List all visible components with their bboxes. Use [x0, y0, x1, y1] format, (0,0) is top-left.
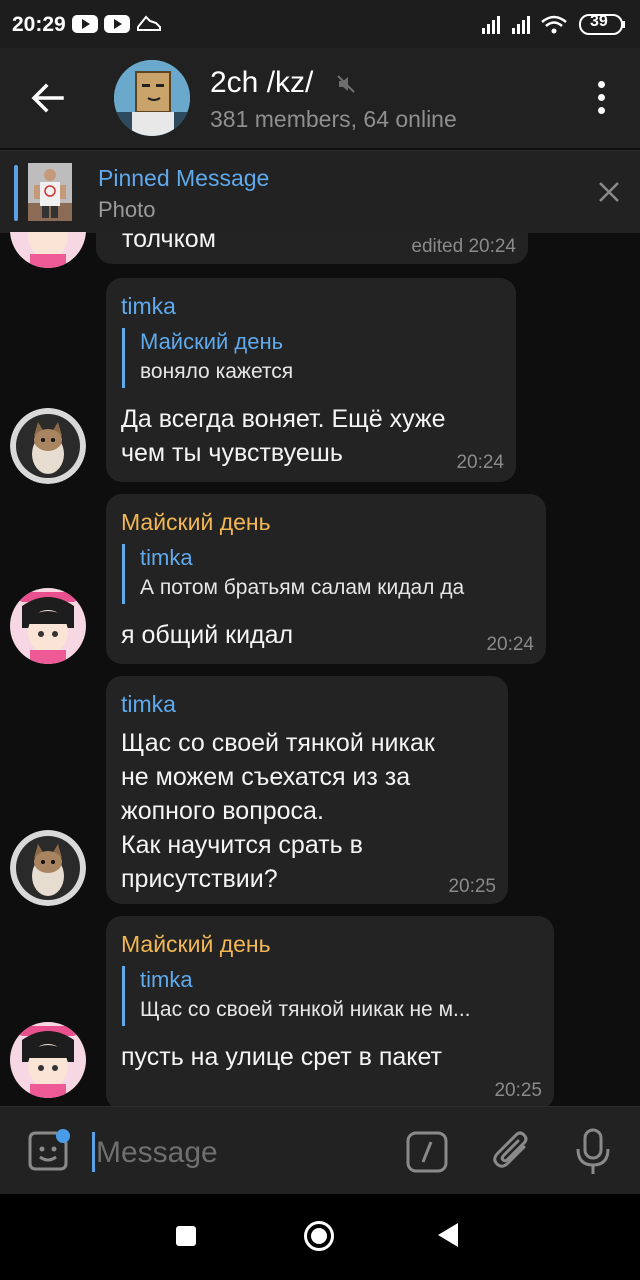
reply-text: воняло кажется [140, 360, 294, 383]
avatar-anime-girl[interactable] [10, 232, 86, 268]
sender-name[interactable]: timka [121, 691, 176, 718]
message-bubble[interactable]: timka Щас со своей тянкой никак не можем… [106, 676, 508, 904]
arrow-left-icon [31, 83, 64, 113]
message-list[interactable]: толчком edited 20:24 timka Майский день … [0, 232, 640, 1106]
message-text: пусть на улице срет в пакет [121, 1043, 443, 1071]
reply-sender: timka [140, 967, 193, 992]
microphone-icon [576, 1128, 610, 1174]
sender-name[interactable]: Майский день [121, 509, 271, 536]
attach-button[interactable] [490, 1127, 534, 1180]
dot-icon [597, 107, 605, 114]
chat-subtitle: 381 members, 64 online [210, 106, 457, 132]
message-time: edited 20:24 [411, 236, 516, 257]
message-bubble[interactable]: толчком edited 20:24 [96, 232, 528, 264]
back-button[interactable] [26, 76, 70, 120]
message-text: Щас со своей тянкой никак не можем съеха… [121, 729, 435, 893]
close-icon [599, 182, 619, 202]
reply-quote[interactable]: timka А потом братьям салам кидал да [122, 544, 550, 604]
reply-quote[interactable]: Майский день воняло кажется [122, 328, 510, 388]
pinned-photo-thumbnail [28, 163, 72, 221]
close-pinned-button[interactable] [598, 181, 620, 203]
message-time: 20:24 [456, 452, 504, 473]
pinned-message-bar[interactable]: Pinned Message Photo [0, 150, 640, 233]
message-composer [0, 1106, 640, 1195]
reply-text: Щас со своей тянкой никак не м... [140, 998, 471, 1021]
avatar-cat[interactable] [10, 408, 86, 484]
message-time: 20:25 [494, 1080, 542, 1101]
muted-speaker-icon [336, 74, 356, 99]
sender-name[interactable]: Майский день [121, 931, 271, 958]
message-bubble[interactable]: timka Майский день воняло кажется Да все… [106, 278, 516, 482]
avatar-cat[interactable] [10, 830, 86, 906]
sender-name[interactable]: timka [121, 293, 176, 320]
reply-text: А потом братьям салам кидал да [140, 576, 465, 599]
pinned-title: Pinned Message [98, 165, 270, 191]
avatar-anime-girl[interactable] [10, 1022, 86, 1098]
pinned-accent-bar [14, 165, 18, 221]
status-bar: 20:29 39 [0, 0, 640, 48]
group-avatar[interactable] [114, 60, 190, 136]
dot-icon [597, 81, 605, 88]
voice-record-button[interactable] [574, 1127, 612, 1182]
home-button[interactable] [304, 1221, 334, 1251]
system-back-button[interactable] [438, 1223, 458, 1247]
youtube-notification-icon [72, 15, 98, 33]
system-navigation-bar [0, 1194, 640, 1280]
recent-apps-button[interactable] [176, 1226, 196, 1246]
message-time: 20:24 [486, 634, 534, 655]
battery-level: 39 [590, 13, 608, 30]
youtube-notification-icon [104, 15, 130, 33]
slash-command-icon [406, 1131, 448, 1173]
message-input[interactable] [96, 1135, 366, 1171]
message-bubble[interactable]: Майский день timka А потом братьям салам… [106, 494, 546, 664]
reply-quote[interactable]: timka Щас со своей тянкой никак не м... [122, 966, 552, 1026]
chat-title[interactable]: 2ch /kz/ [210, 66, 313, 100]
reply-sender: Майский день [140, 329, 284, 354]
message-bubble[interactable]: Майский день timka Щас со своей тянкой н… [106, 916, 554, 1106]
avatar-anime-girl[interactable] [10, 588, 86, 664]
status-icons: 39 [480, 12, 630, 36]
more-options-button[interactable] [586, 78, 616, 118]
bot-commands-button[interactable] [406, 1131, 448, 1178]
pinned-subtitle: Photo [98, 197, 156, 222]
notification-dot-icon [56, 1129, 70, 1143]
message-text: толчком [122, 232, 216, 253]
paperclip-icon [493, 1131, 528, 1168]
status-time: 20:29 [12, 13, 66, 36]
message-time: 20:25 [448, 876, 496, 897]
shoe-icon [136, 11, 162, 39]
message-text: я общий кидал [121, 621, 294, 649]
chat-header: 2ch /kz/ 381 members, 64 online [0, 48, 640, 148]
reply-sender: timka [140, 545, 193, 570]
text-cursor [92, 1132, 95, 1172]
message-text: Да всегда воняет. Ещё хуже чем ты чувств… [121, 405, 446, 467]
dot-icon [597, 94, 605, 101]
